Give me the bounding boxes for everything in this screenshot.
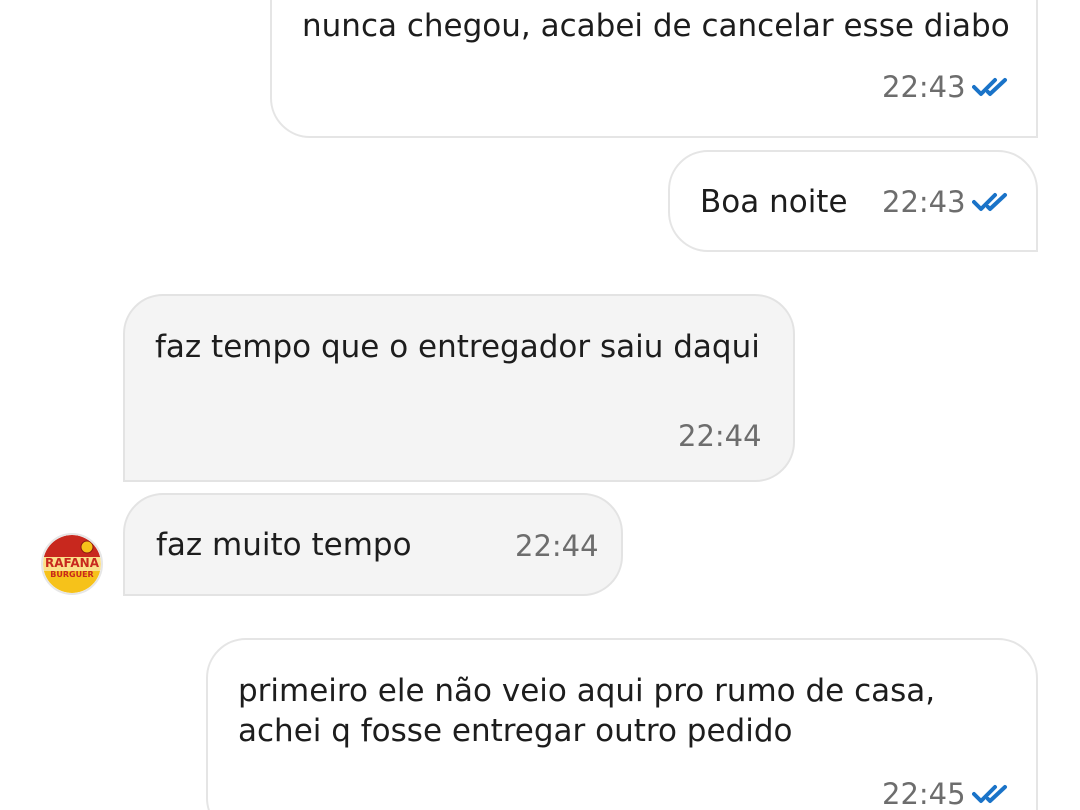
read-receipt-icon [972,785,1007,803]
outgoing-message-bubble[interactable]: Boa noite 22:43 [668,150,1038,252]
read-receipt-icon [972,193,1007,211]
message-time: 22:44 [678,419,762,453]
message-time: 22:44 [515,529,599,563]
read-receipt-icon [972,78,1007,96]
message-time: 22:45 [882,777,966,810]
message-text: nunca chegou, acabei de cancelar esse di… [302,8,1010,44]
outgoing-message-bubble[interactable]: nunca chegou, acabei de cancelar esse di… [270,0,1038,138]
outgoing-message-bubble[interactable]: primeiro ele não veio aqui pro rumo de c… [206,638,1038,810]
message-text: faz tempo que o entregador saiu daqui [155,329,760,365]
message-text: primeiro ele não veio aqui pro rumo de c… [238,673,936,709]
message-text: faz muito tempo [156,527,412,563]
message-time: 22:43 [882,70,966,104]
avatar-logo-text: BURGUER [50,570,93,579]
chat-message-list[interactable]: nunca chegou, acabei de cancelar esse di… [0,0,1080,810]
incoming-message-bubble[interactable]: faz tempo que o entregador saiu daqui 22… [123,294,795,482]
rafana-burguer-logo-icon: RAFANA BURGUER [43,535,101,593]
message-time: 22:43 [882,185,966,219]
message-text: Boa noite [700,184,848,220]
sender-avatar[interactable]: RAFANA BURGUER [41,533,103,595]
incoming-message-bubble[interactable]: faz muito tempo 22:44 [123,493,623,596]
avatar-logo-text: RAFANA [45,556,100,570]
message-text: achei q fosse entregar outro pedido [238,713,793,749]
